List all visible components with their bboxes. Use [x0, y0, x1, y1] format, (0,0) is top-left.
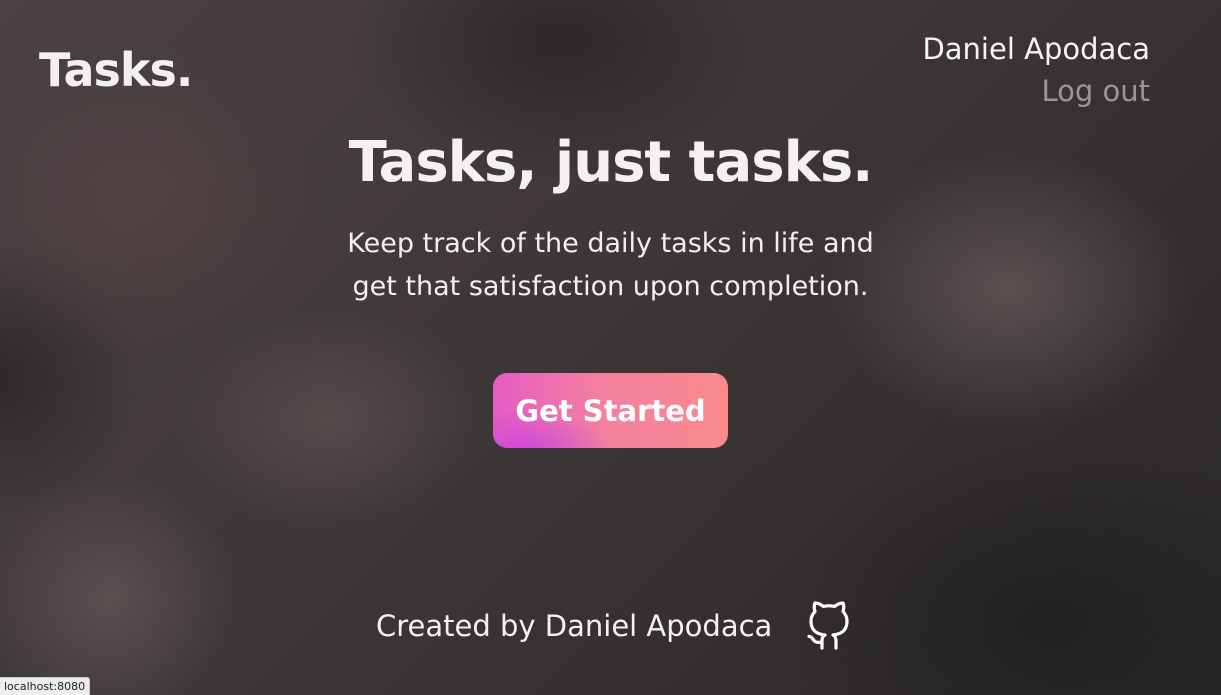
- user-name: Daniel Apodaca: [922, 32, 1150, 66]
- hero-subtitle-line-2: get that satisfaction upon completion.: [352, 271, 869, 302]
- user-menu: Daniel Apodaca Log out: [922, 28, 1150, 112]
- hero-title: Tasks, just tasks.: [348, 130, 874, 195]
- hero-subtitle: Keep track of the daily tasks in life an…: [311, 222, 911, 308]
- logout-link[interactable]: Log out: [922, 70, 1150, 112]
- get-started-button[interactable]: Get Started: [493, 373, 728, 448]
- brand-logo[interactable]: Tasks.: [39, 42, 193, 98]
- hero-section: Tasks, just tasks. Keep track of the dai…: [0, 122, 1221, 308]
- footer: Created by Daniel Apodaca: [376, 598, 852, 654]
- github-icon[interactable]: [806, 601, 852, 651]
- status-bar-url: localhost:8080: [0, 677, 91, 695]
- footer-credit: Created by Daniel Apodaca: [376, 609, 773, 643]
- hero-subtitle-line-1: Keep track of the daily tasks in life an…: [347, 228, 874, 259]
